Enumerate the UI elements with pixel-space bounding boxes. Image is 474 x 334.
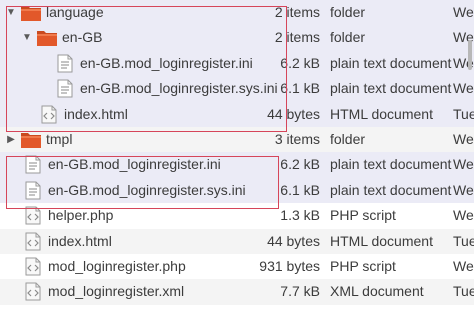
file-type: HTML document xyxy=(330,105,433,122)
code-document-icon xyxy=(22,206,44,225)
folder-icon xyxy=(36,28,58,47)
file-name: en-GB.mod_loginregister.sys.ini xyxy=(80,80,278,97)
file-row[interactable]: ▼language2 itemsfolderWed xyxy=(0,0,474,26)
file-row[interactable]: mod_loginregister.php 931 bytes PHP script… xyxy=(0,254,474,279)
file-name: en-GB.mod_loginregister.ini xyxy=(48,156,221,173)
file-name: en-GB.mod_loginregister.ini xyxy=(80,54,253,71)
file-size: 6.1 kB xyxy=(280,80,320,97)
text-document-icon xyxy=(22,155,44,174)
file-name: mod_loginregister.xml xyxy=(48,283,185,300)
file-size: 6.2 kB xyxy=(280,156,320,173)
file-name: index.html xyxy=(64,105,128,122)
file-name: en-GB.mod_loginregister.sys.ini xyxy=(48,181,246,198)
file-size: 2 items xyxy=(274,4,320,20)
file-type: plain text document xyxy=(330,156,452,173)
file-type: plain text document xyxy=(330,80,452,97)
file-type: PHP script xyxy=(330,257,396,274)
expander-open-icon[interactable]: ▼ xyxy=(21,25,33,50)
file-type: XML document xyxy=(330,283,424,300)
file-row[interactable]: en-GB.mod_loginregister.sys.ini 6.1 kB pla… xyxy=(0,177,474,204)
file-name: en-GB xyxy=(62,29,103,46)
code-document-icon xyxy=(22,282,44,301)
file-size: 931 bytes xyxy=(259,257,320,274)
file-name: helper.php xyxy=(48,207,114,224)
scrollbar-thumb[interactable] xyxy=(468,40,472,70)
text-document-icon xyxy=(54,79,76,98)
file-size: 6.1 kB xyxy=(280,181,320,198)
file-list: ▼language2 itemsfolderWed▼en-GB2 itemsfo… xyxy=(0,0,474,305)
folder-icon xyxy=(20,130,42,149)
folder-icon xyxy=(20,3,42,22)
file-size: 3 items xyxy=(274,130,320,147)
file-row[interactable]: index.html 44 bytes HTML document Tue xyxy=(0,101,474,127)
file-type: folder xyxy=(330,29,366,46)
file-row[interactable]: en-GB.mod_loginregister.sys.ini 6.1 kB pla… xyxy=(0,76,474,102)
expander-open-icon[interactable]: ▼ xyxy=(5,0,17,25)
text-document-icon xyxy=(54,54,76,73)
file-size: 1.3 kB xyxy=(280,207,320,224)
file-type: PHP script xyxy=(330,207,396,224)
scrollbar[interactable] xyxy=(460,0,474,334)
file-row[interactable]: en-GB.mod_loginregister.ini 6.2 kB plain t… xyxy=(0,50,474,77)
file-size: 7.7 kB xyxy=(280,283,320,300)
file-name: index.html xyxy=(48,232,112,249)
file-row[interactable]: index.html 44 bytes HTML document Tue xyxy=(0,228,474,254)
expander-closed-icon[interactable]: ▶ xyxy=(5,127,17,152)
file-type: plain text document xyxy=(330,181,452,198)
file-name: mod_loginregister.php xyxy=(48,257,186,274)
file-type: folder xyxy=(330,4,366,20)
file-row[interactable]: mod_loginregister.xml 7.7 kB XML document T… xyxy=(0,279,474,305)
file-name: language xyxy=(46,4,104,20)
file-size: 44 bytes xyxy=(267,105,320,122)
file-row[interactable]: ▶tmpl3 itemsfolderWed xyxy=(0,126,474,153)
file-row[interactable]: en-GB.mod_loginregister.ini 6.2 kB plain t… xyxy=(0,152,474,178)
file-row[interactable]: helper.php1.3 kBPHP scriptWed xyxy=(0,203,474,228)
code-document-icon xyxy=(22,257,44,276)
file-name: tmpl xyxy=(46,130,73,147)
file-type: folder xyxy=(330,130,366,147)
file-size: 2 items xyxy=(274,29,320,46)
code-document-icon xyxy=(22,232,44,251)
file-type: plain text document xyxy=(330,54,452,71)
file-row[interactable]: ▼en-GB2 itemsfolderWed xyxy=(0,25,474,51)
text-document-icon xyxy=(22,181,44,200)
code-document-icon xyxy=(38,105,60,124)
file-type: HTML document xyxy=(330,232,433,249)
file-size: 6.2 kB xyxy=(280,54,320,71)
file-size: 44 bytes xyxy=(267,232,320,249)
